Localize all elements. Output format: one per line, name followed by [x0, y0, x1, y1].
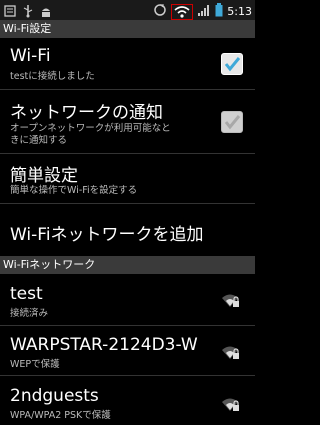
network-status: WPA/WPA2 PSKで保護 — [10, 410, 111, 421]
wifi-toggle-row[interactable]: Wi-Fi testに接続しました — [0, 38, 255, 90]
wifi-title: Wi-Fi — [10, 46, 51, 66]
network-name: WARPSTAR-2124D3-W — [10, 335, 198, 355]
wifi-icon — [171, 3, 194, 20]
wifi-summary: testに接続しました — [10, 71, 95, 82]
add-network-title: Wi-Fiネットワークを追加 — [10, 225, 204, 245]
network-name: test — [10, 284, 43, 304]
network-status: WEPで保護 — [10, 359, 60, 370]
network-item-2ndguests[interactable]: 2ndguests WPA/WPA2 PSKで保護 — [0, 376, 255, 425]
network-notify-row[interactable]: ネットワークの通知 オープンネットワークが利用可能なと きに通知する — [0, 90, 255, 154]
network-item-test[interactable]: test 接続済み — [0, 274, 255, 326]
network-name: 2ndguests — [10, 386, 99, 406]
easy-setup-row[interactable]: 簡単設定 簡単な操作でWi-Fiを設定する — [0, 154, 255, 204]
notify-summary-line1: オープンネットワークが利用可能なと — [10, 123, 171, 134]
signal-icon — [197, 2, 211, 21]
notify-checkbox[interactable] — [221, 111, 243, 133]
network-item-warpstar[interactable]: WARPSTAR-2124D3-W WEPで保護 — [0, 326, 255, 376]
battery-icon — [215, 2, 223, 21]
wifi-lock-icon — [221, 396, 241, 416]
wifi-lock-icon — [221, 344, 241, 364]
page-title: Wi-Fi設定 — [0, 20, 255, 38]
sync-icon — [153, 2, 167, 21]
easy-setup-summary: 簡単な操作でWi-Fiを設定する — [10, 185, 138, 196]
wifi-checkbox[interactable] — [221, 53, 243, 75]
networks-section-header: Wi-Fiネットワーク — [0, 256, 255, 274]
add-network-row[interactable]: Wi-Fiネットワークを追加 — [0, 204, 255, 256]
easy-setup-title: 簡単設定 — [10, 166, 78, 186]
notify-title: ネットワークの通知 — [10, 103, 163, 123]
network-status: 接続済み — [10, 308, 49, 319]
notify-summary-line2: きに通知する — [10, 135, 68, 146]
status-bar: 5:13 — [0, 0, 255, 20]
status-time: 5:13 — [227, 5, 252, 18]
wifi-lock-icon — [221, 292, 241, 312]
